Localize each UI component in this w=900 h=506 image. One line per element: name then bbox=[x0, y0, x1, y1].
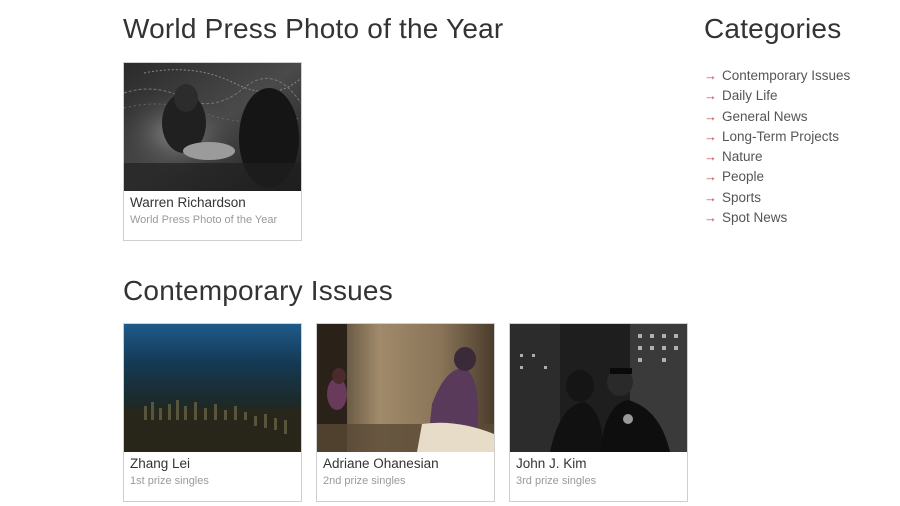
category-label[interactable]: General News bbox=[722, 109, 808, 124]
photo-thumbnail[interactable] bbox=[510, 324, 687, 452]
category-link-sports[interactable]: → Sports bbox=[704, 188, 894, 208]
categories-list: → Contemporary Issues → Daily Life → Genera… bbox=[704, 66, 894, 228]
photo-thumbnail[interactable] bbox=[124, 63, 301, 191]
category-link-spot-news[interactable]: → Spot News bbox=[704, 208, 894, 228]
categories-heading: Categories bbox=[704, 13, 842, 44]
arrow-right-icon: → bbox=[704, 88, 717, 104]
photographer-name[interactable]: Adriane Ohanesian bbox=[323, 456, 439, 471]
photo-thumbnail[interactable] bbox=[124, 324, 301, 452]
category-link-people[interactable]: → People bbox=[704, 167, 894, 187]
page: World Press Photo of the Year Warren Ric… bbox=[0, 0, 900, 506]
photo-card-adriane-ohanesian[interactable]: Adriane Ohanesian 2nd prize singles bbox=[316, 323, 495, 502]
arrow-right-icon: → bbox=[704, 128, 717, 144]
award-label: 3rd prize singles bbox=[516, 475, 597, 487]
arrow-right-icon: → bbox=[704, 169, 717, 185]
award-label: 1st prize singles bbox=[130, 475, 209, 487]
category-label[interactable]: Contemporary Issues bbox=[722, 68, 850, 83]
photo-card-john-j-kim[interactable]: John J. Kim 3rd prize singles bbox=[509, 323, 688, 502]
award-label: World Press Photo of the Year bbox=[130, 214, 278, 226]
arrow-right-icon: → bbox=[704, 210, 717, 226]
photographer-name[interactable]: Warren Richardson bbox=[130, 195, 246, 210]
section-title-contemporary-issues: Contemporary Issues bbox=[123, 275, 393, 306]
category-link-daily-life[interactable]: → Daily Life bbox=[704, 86, 894, 106]
photographer-name[interactable]: Zhang Lei bbox=[130, 456, 190, 471]
category-link-general-news[interactable]: → General News bbox=[704, 107, 894, 127]
photo-card-zhang-lei[interactable]: Zhang Lei 1st prize singles bbox=[123, 323, 302, 502]
arrow-right-icon: → bbox=[704, 189, 717, 205]
category-label[interactable]: People bbox=[722, 169, 764, 184]
photo-thumbnail[interactable] bbox=[317, 324, 494, 452]
photographer-name[interactable]: John J. Kim bbox=[516, 456, 587, 471]
category-link-contemporary-issues[interactable]: → Contemporary Issues bbox=[704, 66, 894, 86]
award-label: 2nd prize singles bbox=[323, 475, 406, 487]
category-label[interactable]: Spot News bbox=[722, 210, 787, 225]
category-label[interactable]: Sports bbox=[722, 190, 761, 205]
photo-card-warren-richardson[interactable]: Warren Richardson World Press Photo of t… bbox=[123, 62, 302, 241]
category-label[interactable]: Nature bbox=[722, 149, 763, 164]
arrow-right-icon: → bbox=[704, 108, 717, 124]
category-link-long-term-projects[interactable]: → Long-Term Projects bbox=[704, 127, 894, 147]
section-title-photo-of-the-year: World Press Photo of the Year bbox=[123, 13, 504, 44]
arrow-right-icon: → bbox=[704, 149, 717, 165]
category-label[interactable]: Daily Life bbox=[722, 88, 778, 103]
category-label[interactable]: Long-Term Projects bbox=[722, 129, 839, 144]
arrow-right-icon: → bbox=[704, 68, 717, 83]
category-link-nature[interactable]: → Nature bbox=[704, 147, 894, 167]
categories-sidebar: Categories → Contemporary Issues → Daily L… bbox=[704, 13, 894, 228]
